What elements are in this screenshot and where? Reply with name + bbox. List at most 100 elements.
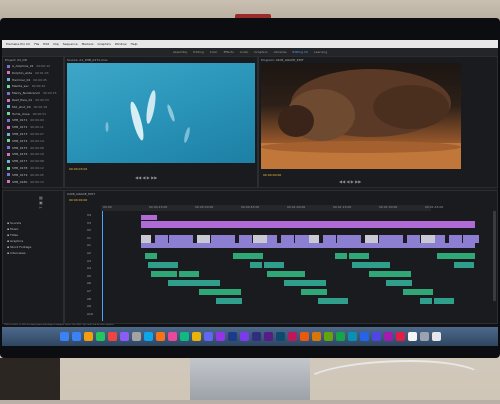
dock-app-icon[interactable] (335, 332, 345, 341)
os-menu-item[interactable]: Clip (53, 42, 59, 46)
dock-app-icon[interactable] (227, 332, 237, 341)
audio-clip[interactable] (366, 262, 390, 268)
os-menu-item[interactable]: File (34, 42, 39, 46)
audio-clip[interactable] (199, 289, 219, 295)
project-item[interactable]: SHB_0173 00:00:07 (7, 132, 44, 136)
workspace-tab[interactable]: Editing (193, 50, 203, 54)
video-clip[interactable] (351, 235, 361, 243)
dock-app-icon[interactable] (215, 332, 225, 341)
track-header[interactable]: V1 (87, 236, 91, 240)
audio-clip[interactable] (216, 298, 240, 304)
video-clip[interactable] (407, 235, 420, 243)
workspace-tab[interactable]: Color (210, 50, 218, 54)
track-header[interactable]: A5 (87, 274, 91, 278)
os-menu-item[interactable]: Graphics (98, 42, 111, 46)
audio-clip[interactable] (318, 298, 346, 304)
bin-item[interactable]: ▪ Graphics (7, 239, 23, 243)
dock-app-icon[interactable] (287, 332, 297, 341)
audio-clip[interactable] (179, 271, 199, 277)
audio-clip[interactable] (233, 253, 261, 259)
track-header[interactable]: A10 (87, 312, 93, 316)
project-item[interactable]: SHB_0177 00:00:08 (7, 159, 44, 163)
video-clip[interactable] (393, 235, 403, 243)
project-item[interactable]: SHB_0178 00:00:12 (7, 166, 44, 170)
dock-app-icon[interactable] (107, 332, 117, 341)
project-item[interactable]: SHB_0179 00:00:05 (7, 173, 44, 177)
os-menu-item[interactable]: Help (131, 42, 138, 46)
workspace-tab[interactable]: Learning (314, 50, 327, 54)
program-monitor-tab[interactable]: Program: 0408_GRADE_EDIT (261, 58, 304, 62)
track-header[interactable]: V3 (87, 221, 91, 225)
timeline-scrollbar[interactable] (493, 211, 496, 301)
os-menu-item[interactable]: Window (115, 42, 127, 46)
audio-clip[interactable] (284, 280, 304, 286)
source-timecode[interactable]: 00:00:03:02 (69, 167, 87, 171)
dock-app-icon[interactable] (167, 332, 177, 341)
source-video-frame[interactable] (67, 63, 255, 163)
audio-clip[interactable] (386, 280, 410, 286)
playhead[interactable] (102, 211, 103, 321)
video-clip[interactable] (141, 215, 157, 220)
dock-app-icon[interactable] (119, 332, 129, 341)
video-clip[interactable] (365, 235, 378, 243)
audio-clip[interactable] (454, 262, 474, 268)
bin-item[interactable]: ▪ Music (7, 227, 19, 231)
program-video-frame[interactable] (261, 63, 461, 169)
video-clip[interactable] (267, 235, 277, 243)
audio-clip[interactable] (148, 262, 176, 268)
video-clip[interactable] (141, 235, 151, 243)
track-header[interactable]: V4 (87, 213, 91, 217)
audio-clip[interactable] (196, 280, 220, 286)
video-clip[interactable] (435, 235, 445, 243)
audio-clip[interactable] (403, 289, 431, 295)
dock-app-icon[interactable] (299, 332, 309, 341)
dock-app-icon[interactable] (191, 332, 201, 341)
project-item[interactable]: Reef_flare_01 00:00:33 (7, 98, 49, 102)
bin-item[interactable]: ▪ Sounds (7, 221, 21, 225)
dock-app-icon[interactable] (263, 332, 273, 341)
track-header[interactable]: A3 (87, 259, 91, 263)
project-item[interactable]: SHB_0171 00:00:09 (7, 118, 44, 122)
project-item[interactable]: A_dolphins_01 00:00:12 (7, 64, 50, 68)
project-item[interactable]: Hammer_02 00:00:45 (7, 78, 47, 82)
video-clip[interactable] (281, 235, 294, 243)
video-clip[interactable] (197, 235, 210, 243)
dock-app-icon[interactable] (359, 332, 369, 341)
dock-app-icon[interactable] (179, 332, 189, 341)
video-clip[interactable] (141, 243, 475, 248)
track-header[interactable]: A4 (87, 266, 91, 270)
video-clip[interactable] (225, 235, 235, 243)
track-header[interactable]: V2 (87, 228, 91, 232)
timeline-timecode[interactable]: 00:00:00:00 (69, 198, 87, 202)
audio-clip[interactable] (349, 253, 369, 259)
dock-app-icon[interactable] (71, 332, 81, 341)
os-menu-item[interactable]: Premiere Pro CC (6, 42, 30, 46)
video-clip[interactable] (183, 235, 193, 243)
dock-app-icon[interactable] (131, 332, 141, 341)
dock-app-icon[interactable] (59, 332, 69, 341)
project-panel-tab[interactable]: Project: 02_DD (5, 58, 27, 62)
audio-clip[interactable] (434, 298, 454, 304)
dock-app-icon[interactable] (371, 332, 381, 341)
project-item[interactable]: Manty_Nudibranch 00:02:15 (7, 91, 57, 95)
track-header[interactable]: A2 (87, 251, 91, 255)
audio-clip[interactable] (267, 271, 283, 277)
video-clip[interactable] (463, 235, 479, 243)
video-clip[interactable] (323, 235, 336, 243)
workspace-tab[interactable]: Audio (240, 50, 249, 54)
project-item[interactable]: SHB_0175 00:00:06 (7, 146, 44, 150)
audio-clip[interactable] (352, 262, 368, 268)
bin-item[interactable]: ▪ Stock Footage (7, 245, 31, 249)
source-transport-controls[interactable]: ◀◀ ◀ ▶ ▶▶ (135, 175, 157, 180)
dock-app-icon[interactable] (239, 332, 249, 341)
track-header[interactable]: A9 (87, 304, 91, 308)
audio-clip[interactable] (151, 271, 175, 277)
dock-app-icon[interactable] (95, 332, 105, 341)
dock-app-icon[interactable] (83, 332, 93, 341)
video-clip[interactable] (141, 221, 475, 228)
dock-app-icon[interactable] (407, 332, 417, 341)
dock-app-icon[interactable] (323, 332, 333, 341)
workspace-tab[interactable]: Effects (224, 50, 234, 54)
track-header[interactable]: A6 (87, 281, 91, 285)
audio-clip[interactable] (301, 289, 325, 295)
